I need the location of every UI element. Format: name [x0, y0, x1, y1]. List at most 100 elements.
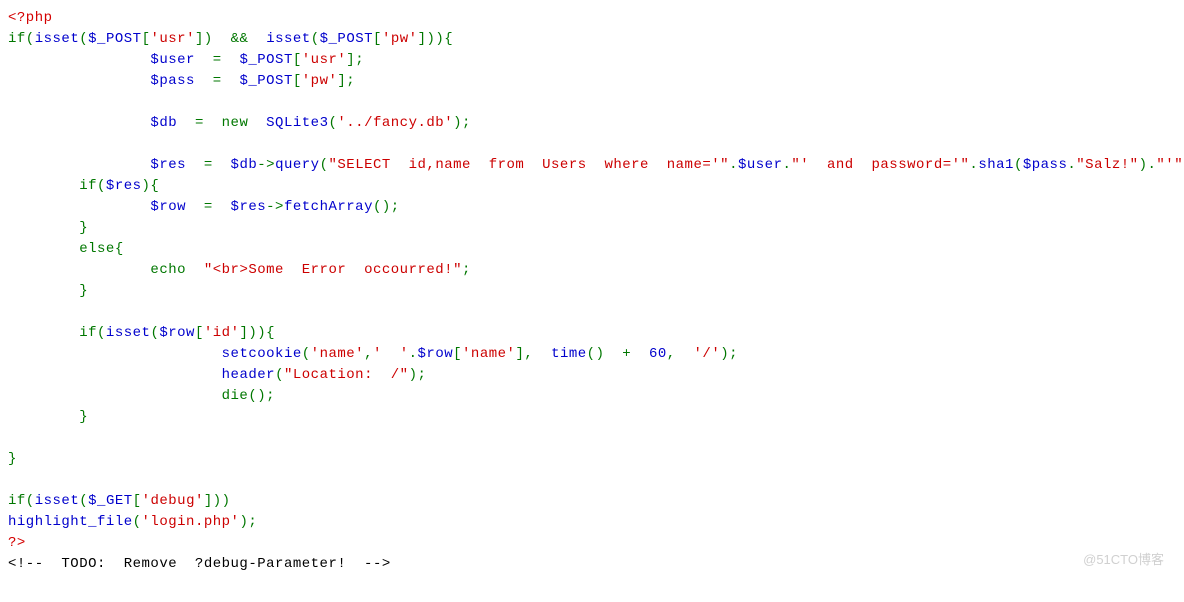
- code-token: ->: [266, 199, 284, 215]
- code-token: 'name': [462, 346, 515, 362]
- code-line: $row = $res->fetchArray();: [8, 197, 1176, 218]
- code-token: "SELECT id,name from Users where name='": [329, 157, 730, 173]
- code-line: [8, 92, 1176, 113]
- code-token: isset: [35, 493, 80, 509]
- code-token: ){: [142, 178, 160, 194]
- code-token: if(: [8, 31, 35, 47]
- code-line: [8, 428, 1176, 449]
- code-line: }: [8, 281, 1176, 302]
- code-token: [: [195, 325, 204, 341]
- code-token: $_POST: [320, 31, 373, 47]
- code-token: $user: [150, 52, 195, 68]
- code-token: 'login.php': [142, 514, 240, 530]
- php-source-block: <?php if(isset($_POST['usr']) && isset($_…: [8, 8, 1176, 575]
- code-token: 'debug': [142, 493, 204, 509]
- code-line: if($res){: [8, 176, 1176, 197]
- code-token: [8, 115, 150, 131]
- code-token: 'pw': [382, 31, 418, 47]
- code-token: }: [8, 451, 17, 467]
- code-token: [: [293, 73, 302, 89]
- code-line: }: [8, 218, 1176, 239]
- code-token: ];: [337, 73, 355, 89]
- code-token: (: [150, 325, 159, 341]
- code-token: [: [293, 52, 302, 68]
- code-token: ,: [364, 346, 373, 362]
- code-token: [8, 304, 17, 320]
- code-line: header("Location: /");: [8, 365, 1176, 386]
- code-token: $_POST: [239, 73, 292, 89]
- code-token: =: [195, 52, 240, 68]
- code-token: }: [8, 220, 88, 236]
- code-token: $user: [738, 157, 783, 173]
- code-token: (: [1014, 157, 1023, 173]
- code-token: $db: [231, 157, 258, 173]
- code-token: ;: [462, 262, 471, 278]
- code-line: $db = new SQLite3('../fancy.db');: [8, 113, 1176, 134]
- code-token: die();: [8, 388, 275, 404]
- code-token: isset: [266, 31, 311, 47]
- code-token: (: [320, 157, 329, 173]
- code-token: ])): [204, 493, 231, 509]
- code-token: [8, 199, 150, 215]
- code-token: "<br>Some Error occourred!": [204, 262, 462, 278]
- code-line: if(isset($_POST['usr']) && isset($_POST[…: [8, 29, 1176, 50]
- code-token: = new: [177, 115, 266, 131]
- code-line: ?>: [8, 533, 1176, 554]
- code-line: [8, 134, 1176, 155]
- code-line: [8, 302, 1176, 323]
- code-token: $_POST: [239, 52, 292, 68]
- code-token: isset: [106, 325, 151, 341]
- code-token: ?>: [8, 535, 26, 551]
- code-line: $user = $_POST['usr'];: [8, 50, 1176, 71]
- code-token: setcookie: [222, 346, 302, 362]
- code-token: isset: [35, 31, 80, 47]
- code-token: $res: [150, 157, 186, 173]
- code-token: ();: [373, 199, 400, 215]
- code-token: ],: [515, 346, 551, 362]
- code-token: if(: [8, 325, 106, 341]
- code-token: $res: [231, 199, 267, 215]
- code-token: (: [79, 31, 88, 47]
- code-token: [: [373, 31, 382, 47]
- code-token: $row: [159, 325, 195, 341]
- code-token: }: [8, 409, 88, 425]
- code-token: 'name': [311, 346, 364, 362]
- code-token: =: [186, 199, 231, 215]
- code-line: [8, 470, 1176, 491]
- code-token: () +: [587, 346, 649, 362]
- code-line: }: [8, 449, 1176, 470]
- code-token: (: [79, 493, 88, 509]
- code-token: echo: [8, 262, 204, 278]
- code-token: .: [969, 157, 978, 173]
- code-token: SQLite3: [266, 115, 328, 131]
- code-line: else{: [8, 239, 1176, 260]
- code-token: $db: [150, 115, 177, 131]
- code-token: <?php: [8, 10, 53, 26]
- code-token: (: [133, 514, 142, 530]
- code-line: echo "<br>Some Error occourred!";: [8, 260, 1176, 281]
- code-token: );: [453, 115, 471, 131]
- code-token: .: [729, 157, 738, 173]
- code-token: time: [551, 346, 587, 362]
- code-token: if(: [8, 178, 106, 194]
- code-token: ];: [346, 52, 364, 68]
- code-token: if(: [8, 493, 35, 509]
- code-token: $_GET: [88, 493, 133, 509]
- code-token: "Salz!": [1076, 157, 1138, 173]
- code-token: ]) &&: [195, 31, 266, 47]
- code-token: 'id': [204, 325, 240, 341]
- code-token: [8, 346, 222, 362]
- code-token: ,: [667, 346, 694, 362]
- code-token: [8, 94, 17, 110]
- code-line: setcookie('name',' '.$row['name'], time(…: [8, 344, 1176, 365]
- code-token: 60: [649, 346, 667, 362]
- code-token: (: [302, 346, 311, 362]
- code-token: ])){: [418, 31, 454, 47]
- code-token: $_POST: [88, 31, 141, 47]
- code-token: ->: [257, 157, 275, 173]
- watermark-label: @51CTO博客: [1083, 550, 1164, 570]
- code-line: if(isset($row['id'])){: [8, 323, 1176, 344]
- code-line: }: [8, 407, 1176, 428]
- code-token: .: [1067, 157, 1076, 173]
- code-token: [8, 157, 150, 173]
